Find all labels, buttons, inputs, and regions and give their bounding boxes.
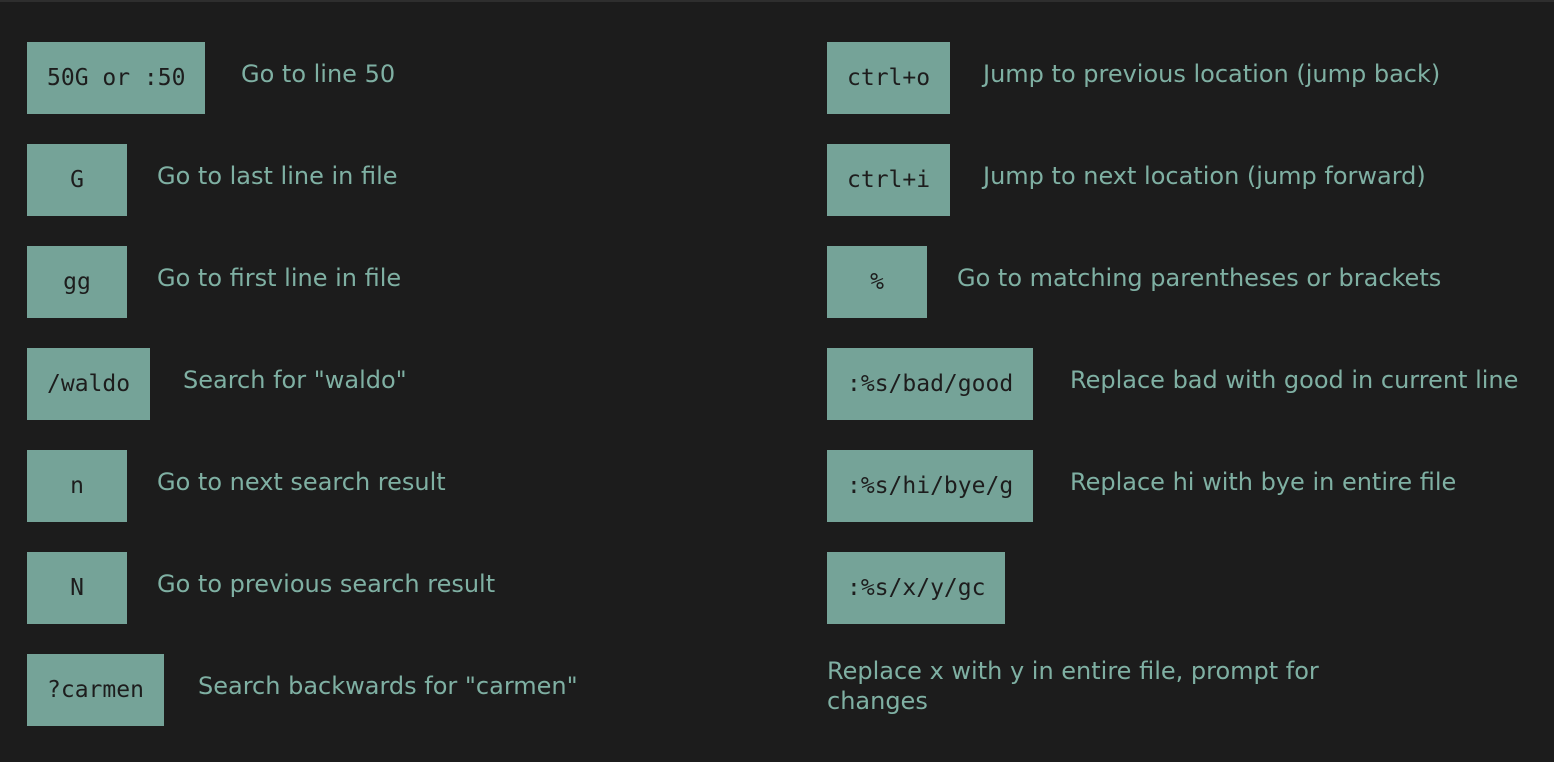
shortcut-row: gg Go to first line in file — [27, 246, 787, 318]
shortcut-key: :%s/x/y/gc — [827, 552, 1006, 624]
shortcut-key: G — [27, 144, 127, 216]
shortcut-key: ctrl+i — [827, 144, 951, 216]
shortcut-description: Replace hi with bye in entire file — [1070, 468, 1457, 496]
shortcut-description: Go to matching parentheses or brackets — [957, 264, 1442, 292]
shortcut-row: :%s/hi/bye/g Replace hi with bye in enti… — [827, 450, 1537, 522]
shortcut-key: ?carmen — [27, 654, 164, 726]
shortcut-row: ctrl+o Jump to previous location (jump b… — [827, 42, 1537, 114]
shortcut-key: % — [827, 246, 927, 318]
shortcut-description: Go to line 50 — [241, 60, 396, 88]
shortcut-row: ?carmen Search backwards for "carmen" — [27, 654, 787, 726]
top-border — [0, 0, 1554, 2]
shortcut-key: N — [27, 552, 127, 624]
shortcut-key: :%s/hi/bye/g — [827, 450, 1034, 522]
shortcut-description: Search for "waldo" — [183, 366, 407, 394]
shortcut-key: ctrl+o — [827, 42, 951, 114]
shortcut-description: Go to last line in file — [157, 162, 398, 190]
shortcut-row: Replace x with y in entire file, prompt … — [827, 654, 1537, 726]
shortcut-row: n Go to next search result — [27, 450, 787, 522]
shortcut-key: 50G or :50 — [27, 42, 206, 114]
shortcut-row: 50G or :50 Go to line 50 — [27, 42, 787, 114]
shortcut-row: G Go to last line in file — [27, 144, 787, 216]
shortcut-row: :%s/bad/good Replace bad with good in cu… — [827, 348, 1537, 420]
shortcut-description: Replace bad with good in current line — [1070, 366, 1519, 394]
shortcut-description: Replace x with y in entire file, prompt … — [827, 657, 1319, 715]
shortcut-description: Search backwards for "carmen" — [198, 672, 578, 700]
shortcut-row: ctrl+i Jump to next location (jump forwa… — [827, 144, 1537, 216]
shortcut-description: Go to previous search result — [157, 570, 496, 598]
shortcut-description: Go to first line in file — [157, 264, 402, 292]
shortcut-description: Go to next search result — [157, 468, 446, 496]
shortcut-row: :%s/x/y/gc — [827, 552, 1537, 624]
shortcut-column-right: ctrl+o Jump to previous location (jump b… — [827, 42, 1537, 756]
shortcut-key: gg — [27, 246, 127, 318]
shortcut-description: Jump to next location (jump forward) — [983, 162, 1426, 190]
shortcut-description: Jump to previous location (jump back) — [983, 60, 1441, 88]
shortcut-row: % Go to matching parentheses or brackets — [827, 246, 1537, 318]
shortcut-row: N Go to previous search result — [27, 552, 787, 624]
shortcut-row: /waldo Search for "waldo" — [27, 348, 787, 420]
shortcut-key: n — [27, 450, 127, 522]
shortcut-key: :%s/bad/good — [827, 348, 1034, 420]
shortcut-key: /waldo — [27, 348, 151, 420]
shortcut-column-left: 50G or :50 Go to line 50 G Go to last li… — [27, 42, 787, 756]
